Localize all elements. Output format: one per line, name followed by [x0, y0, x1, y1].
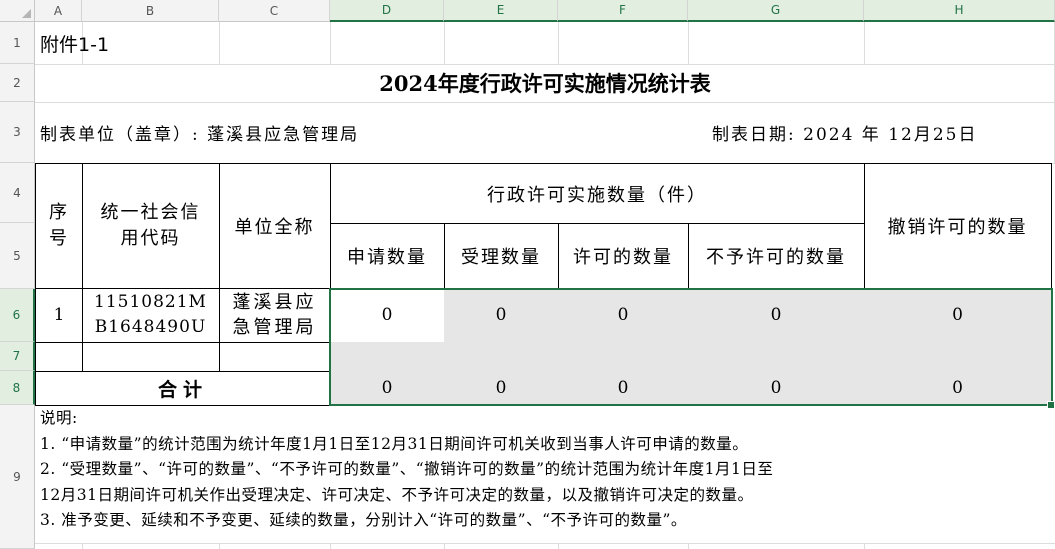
header-deny[interactable]: 不予许可的数量	[688, 223, 865, 289]
row1-accept[interactable]: 0	[444, 288, 559, 343]
column-header-c[interactable]: C	[219, 0, 330, 22]
row7-unit-name[interactable]	[219, 342, 331, 372]
row-header-3[interactable]: 3	[0, 102, 35, 163]
column-header-g[interactable]: G	[688, 0, 864, 22]
header-permit[interactable]: 许可的数量	[558, 223, 689, 289]
row-header-4[interactable]: 4	[0, 163, 35, 223]
column-header-f[interactable]: F	[558, 0, 688, 22]
attachment-label[interactable]: 附件1-1	[40, 30, 109, 57]
unit-label[interactable]: 制表单位（盖章）: 蓬溪县应急管理局	[40, 120, 359, 145]
notes-line-2: 2. “受理数量”、“许可的数量”、“不予许可的数量”、“撤销许可的数量”的统计…	[40, 460, 774, 478]
row1-unit-name[interactable]: 蓬溪县应急管理局	[219, 288, 331, 343]
row-header-8[interactable]: 8	[0, 371, 35, 405]
header-accept[interactable]: 受理数量	[444, 223, 559, 289]
header-revoke[interactable]: 撤销许可的数量	[864, 163, 1052, 289]
row-header-2[interactable]: 2	[0, 64, 35, 102]
total-revoke[interactable]: 0	[864, 371, 1052, 406]
row1-deny[interactable]: 0	[688, 288, 865, 343]
row-header-5[interactable]: 5	[0, 223, 35, 289]
row7-apply[interactable]	[330, 342, 445, 372]
row-header-7[interactable]: 7	[0, 342, 35, 371]
header-permit-label: 许可的数量	[573, 246, 673, 268]
column-header-d[interactable]: D	[330, 0, 444, 22]
total-permit[interactable]: 0	[558, 371, 689, 406]
total-apply[interactable]: 0	[330, 371, 445, 406]
total-deny[interactable]: 0	[688, 371, 865, 406]
fill-handle[interactable]	[1047, 401, 1055, 409]
column-header-b[interactable]: B	[82, 0, 219, 22]
row7-revoke[interactable]	[864, 342, 1052, 372]
row7-permit[interactable]	[558, 342, 689, 372]
title-cell[interactable]: 2024年度行政许可实施情况统计表	[35, 64, 1055, 102]
row7-deny[interactable]	[688, 342, 865, 372]
header-apply-label: 申请数量	[347, 246, 427, 268]
row-header-6[interactable]: 6	[0, 289, 35, 342]
select-all-corner[interactable]	[0, 0, 35, 22]
row1-apply[interactable]: 0	[330, 288, 445, 343]
row7-accept[interactable]	[444, 342, 559, 372]
header-accept-label: 受理数量	[461, 246, 541, 268]
row7-credit-code[interactable]	[82, 342, 220, 372]
header-revoke-label: 撤销许可的数量	[887, 217, 1028, 238]
row7-seq[interactable]	[35, 342, 83, 372]
header-credit-code[interactable]: 统一社会信用代码	[82, 163, 220, 289]
column-header-h[interactable]: H	[864, 0, 1055, 22]
header-deny-label: 不予许可的数量	[706, 246, 846, 268]
header-seq[interactable]: 序号	[35, 163, 83, 289]
total-label[interactable]: 合计	[35, 371, 331, 406]
header-group-label: 行政许可实施数量（件）	[487, 184, 707, 206]
header-apply[interactable]: 申请数量	[330, 223, 445, 289]
header-unit-name-label: 单位全称	[234, 217, 315, 238]
row-header-9[interactable]: 9	[0, 405, 35, 549]
row1-permit[interactable]: 0	[558, 288, 689, 343]
row1-seq[interactable]: 1	[35, 288, 83, 343]
notes-line-4: 3. 准予变更、延续和不予变更、延续的数量，分别计入“许可的数量”、“不予许可的…	[40, 511, 687, 529]
date-label[interactable]: 制表日期: 2024 年 12月25日	[712, 120, 977, 145]
column-header-a[interactable]: A	[35, 0, 82, 22]
sheet-title: 2024年度行政许可实施情况统计表	[379, 71, 711, 96]
header-unit-name[interactable]: 单位全称	[219, 163, 331, 289]
header-group[interactable]: 行政许可实施数量（件）	[330, 163, 865, 224]
notes-line-1: 1. “申请数量”的统计范围为统计年度1月1日至12月31日期间许可机关收到当事…	[40, 434, 749, 453]
row1-revoke[interactable]: 0	[864, 288, 1052, 343]
header-credit-code-label: 统一社会信用代码	[100, 202, 201, 249]
notes-cell[interactable]: 说明: 1. “申请数量”的统计范围为统计年度1月1日至12月31日期间许可机关…	[40, 406, 1052, 534]
notes-line-3: 12月31日期间许可机关作出受理决定、许可决定、不予许可决定的数量，以及撤销许可…	[40, 485, 754, 504]
column-header-e[interactable]: E	[444, 0, 558, 22]
notes-heading: 说明:	[40, 409, 78, 427]
total-accept[interactable]: 0	[444, 371, 559, 406]
header-seq-label: 序号	[49, 202, 69, 249]
row-header-1[interactable]: 1	[0, 22, 35, 64]
row1-credit-code[interactable]: 11510821MB1648490U	[82, 288, 220, 343]
